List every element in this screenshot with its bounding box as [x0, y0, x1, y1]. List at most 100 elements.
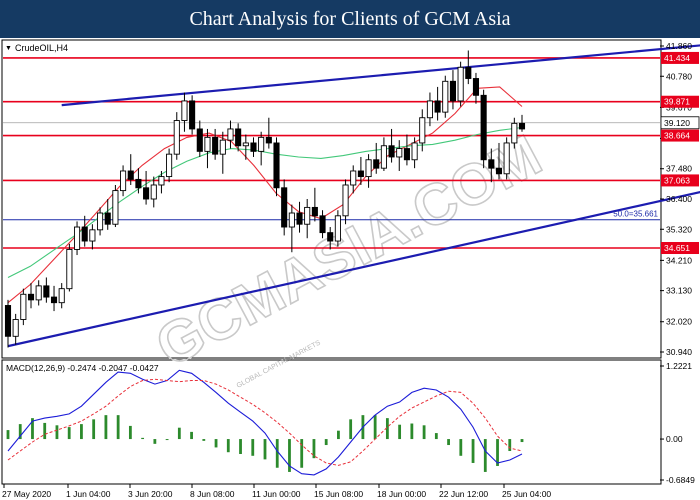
candle [503, 137, 510, 180]
candle [189, 95, 196, 135]
macd-histogram-bar [226, 439, 230, 453]
time-tick-label: 18 Jun 00:00 [377, 489, 426, 499]
macd-histogram-bar [214, 439, 218, 448]
macd-tick-label: 0.00 [666, 434, 683, 444]
macd-histogram-bar [128, 425, 132, 440]
candle-body [35, 285, 42, 301]
candle [457, 61, 464, 107]
collapse-icon[interactable]: ▼ [5, 45, 12, 52]
candle-body [518, 122, 526, 130]
candle-body [158, 176, 165, 186]
candle-body [288, 212, 295, 228]
candle-body [503, 142, 510, 175]
candle-body [373, 159, 380, 169]
price-tick-label: 37.480 [666, 164, 692, 174]
macd-histogram-bar [398, 424, 402, 440]
macd-pane [1, 359, 662, 485]
fibonacci-level-label: 50.0=35.661 [613, 210, 658, 219]
time-tick-label: 22 Jun 12:00 [439, 489, 488, 499]
candle-body [426, 100, 433, 119]
macd-histogram-bar [275, 439, 279, 468]
candle [20, 288, 27, 326]
candle [480, 89, 487, 169]
candle [66, 243, 73, 292]
candle-body [250, 142, 257, 152]
level-price-label: 39.871 [664, 97, 690, 107]
candle-body [120, 170, 127, 192]
candle-body [350, 170, 357, 186]
candle-body [242, 142, 249, 147]
candle-body [89, 229, 96, 242]
macd-histogram-bar [447, 439, 450, 446]
candle-body [143, 187, 150, 200]
candle-body [166, 153, 173, 178]
candle-body [204, 136, 211, 152]
candle-body [50, 296, 58, 304]
level-price-label: 34.651 [664, 243, 690, 253]
candle-body [212, 136, 219, 155]
candle-body [495, 167, 503, 175]
level-price-label: 38.664 [664, 131, 690, 141]
macd-histogram-bar [251, 439, 255, 456]
price-tick-label: 41.860 [666, 41, 692, 51]
candle-body [73, 226, 81, 250]
candle-body [342, 184, 349, 217]
banner-title: Chart Analysis for Clients of GCM Asia [0, 0, 700, 38]
candle-body [150, 184, 157, 200]
candle-body [357, 170, 364, 178]
macd-histogram-bar [373, 415, 377, 440]
candle-body [434, 100, 441, 113]
macd-histogram-bar [43, 422, 47, 440]
price-tick-label: 34.210 [666, 255, 692, 265]
candle-body [196, 128, 203, 152]
symbol-label: CrudeOIL,H4 [15, 43, 68, 53]
candle-body [411, 142, 418, 161]
time-tick-label: 27 May 2020 [2, 489, 51, 499]
level-price-label: 37.063 [664, 175, 690, 185]
time-tick-label: 1 Jun 04:00 [66, 489, 111, 499]
candle [112, 184, 119, 228]
candle-body [20, 293, 27, 320]
time-tick-label: 25 Jun 04:00 [502, 489, 551, 499]
candle-body [281, 187, 288, 228]
candle-body [488, 159, 495, 169]
macd-tick-label: -0.6849 [666, 475, 695, 485]
macd-histogram-bar [141, 437, 145, 440]
candle-body [396, 148, 403, 158]
price-tick-label: 40.780 [666, 71, 692, 81]
candle-body [173, 120, 180, 155]
candle-body [457, 66, 464, 102]
macd-histogram-bar [508, 439, 512, 452]
time-axis: 27 May 2020 1 Jun 04:00 3 Jun 20:00 8 Jun 0… [2, 484, 551, 499]
candle-body [219, 139, 226, 155]
candle [273, 137, 280, 197]
macd-histogram-bar [520, 439, 524, 443]
price-tick-label: 36.400 [666, 194, 692, 204]
candle [281, 179, 288, 236]
price-tick-label: 33.130 [666, 286, 692, 296]
macd-histogram-bar [67, 427, 71, 440]
macd-histogram-bar [165, 439, 169, 441]
candle-body [327, 232, 334, 242]
candle-body [403, 148, 410, 161]
time-tick-label: 3 Jun 20:00 [128, 489, 173, 499]
candle-body [480, 94, 487, 161]
macd-histogram-bar [263, 439, 267, 460]
candle-body [12, 319, 19, 337]
price-pane [1, 39, 662, 359]
price-tick-label: 32.020 [666, 317, 692, 327]
candle-body [112, 190, 119, 225]
candle-body [27, 293, 35, 301]
candle-body [365, 159, 372, 178]
current-price-label: 39.120 [664, 118, 690, 128]
macd-label: MACD(12,26,9) -0.2474 -0.2047 -0.0427 [6, 363, 159, 373]
macd-histogram-bar [337, 430, 340, 440]
macd-histogram-bar [483, 439, 487, 472]
candle-body [104, 212, 111, 225]
candle-body [235, 128, 242, 147]
candle-body [265, 136, 272, 144]
candle-body [66, 248, 73, 290]
macd-tick-label: 1.2221 [666, 361, 692, 371]
candle-body [442, 80, 449, 113]
candle-body [465, 66, 472, 79]
